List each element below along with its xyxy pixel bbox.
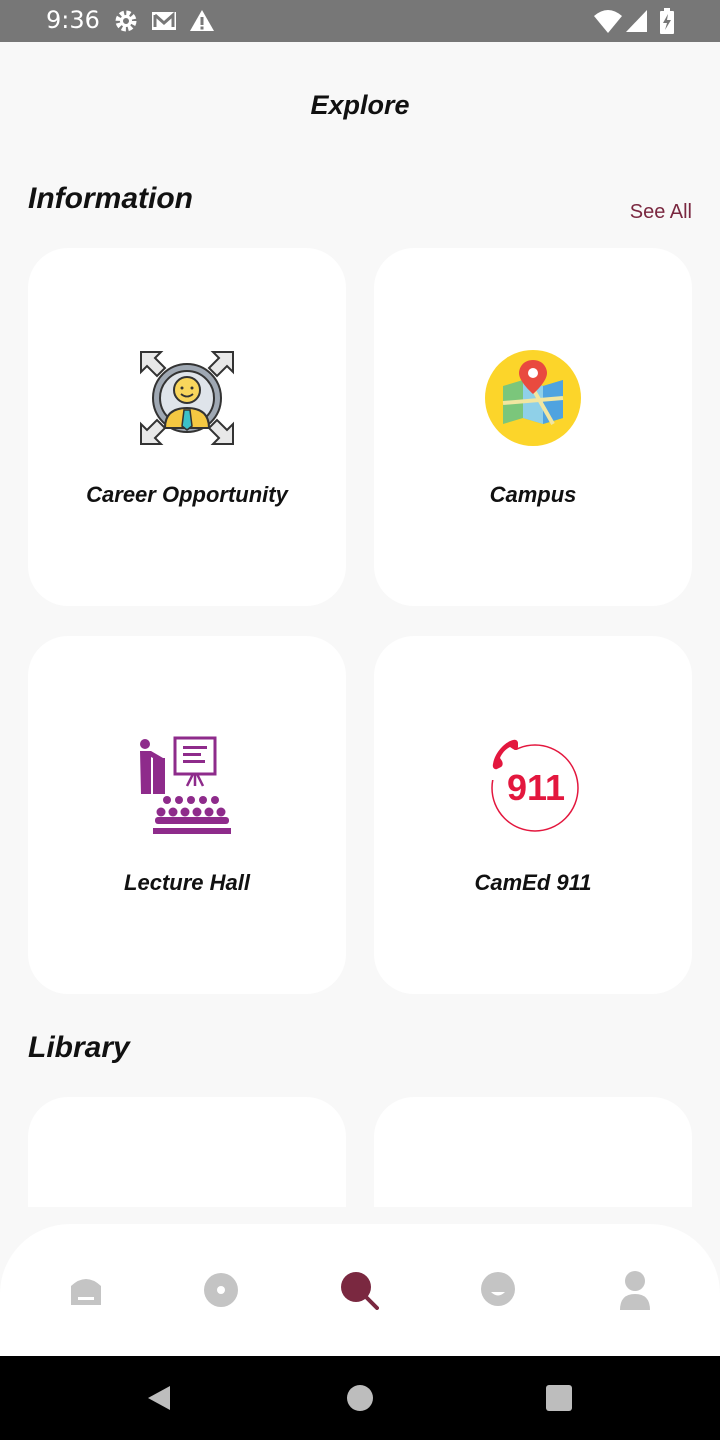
home-icon	[71, 1279, 101, 1305]
lecture-hall-card[interactable]: Lecture Hall	[28, 636, 346, 994]
camed-911-card[interactable]: 911 CamEd 911	[374, 636, 692, 994]
status-time: 9:36	[46, 6, 100, 34]
campus-map-icon	[485, 350, 581, 446]
chat-icon	[481, 1272, 515, 1306]
library-card[interactable]	[374, 1097, 692, 1207]
warning-icon	[190, 10, 214, 31]
library-heading: Library	[28, 1031, 130, 1064]
nav-home[interactable]	[64, 1268, 108, 1312]
nav-record[interactable]	[199, 1268, 243, 1312]
page-title: Explore	[310, 90, 410, 120]
card-label: Campus	[489, 482, 577, 507]
card-label: Career Opportunity	[86, 482, 288, 507]
nav-profile[interactable]	[613, 1268, 657, 1312]
library-card[interactable]	[28, 1097, 346, 1207]
system-nav-bar	[0, 1356, 720, 1440]
card-label: Lecture Hall	[124, 870, 250, 895]
see-all-link[interactable]: See All	[630, 201, 692, 224]
career-person-icon	[140, 351, 234, 445]
nav-chat[interactable]	[476, 1268, 520, 1312]
back-icon[interactable]	[146, 1384, 172, 1412]
campus-card[interactable]: Campus	[374, 248, 692, 606]
emergency-911-text: 911	[507, 767, 565, 808]
nav-explore[interactable]	[337, 1268, 381, 1312]
recents-icon[interactable]	[546, 1385, 572, 1411]
battery-icon	[660, 8, 674, 34]
home-button-icon[interactable]	[346, 1384, 374, 1412]
career-opportunity-card[interactable]: Career Opportunity	[28, 248, 346, 606]
information-heading: Information	[28, 182, 193, 215]
card-label: CamEd 911	[474, 870, 592, 895]
emergency-911-icon: 911	[489, 739, 579, 832]
settings-icon	[115, 10, 137, 32]
gmail-icon	[152, 11, 176, 30]
wifi-icon	[594, 10, 622, 33]
person-icon	[620, 1271, 650, 1310]
lecture-hall-icon	[140, 736, 231, 834]
status-bar: 9:36	[0, 0, 720, 42]
signal-icon	[626, 10, 647, 32]
search-icon	[341, 1272, 379, 1310]
circle-icon	[204, 1273, 238, 1307]
